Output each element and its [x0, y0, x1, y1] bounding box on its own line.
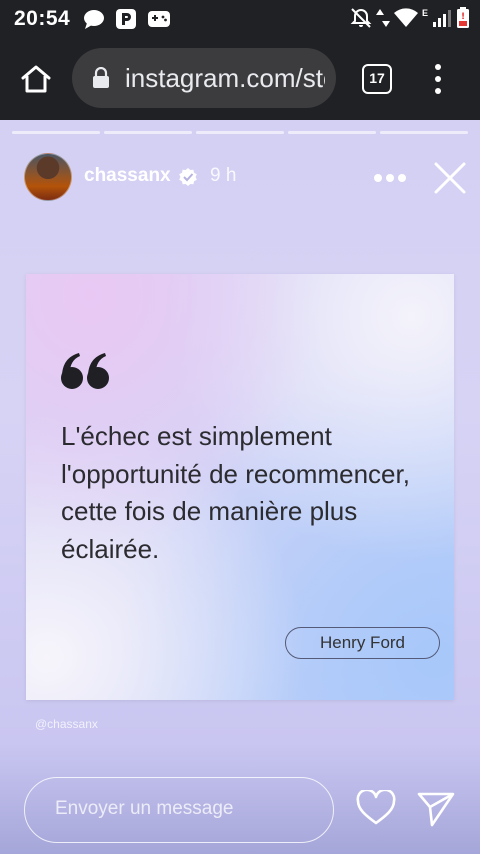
data-arrows-icon — [375, 9, 390, 27]
message-placeholder: Envoyer un message — [55, 798, 234, 819]
status-bar: 20:54 E ! — [0, 0, 480, 38]
close-icon[interactable] — [432, 160, 468, 196]
tab-switcher-button[interactable]: 17 — [362, 64, 392, 94]
progress-segment — [288, 131, 376, 134]
signal-icon — [433, 10, 451, 27]
more-options-icon[interactable] — [372, 168, 408, 188]
chat-bubble-icon — [84, 10, 104, 29]
progress-segment — [12, 131, 100, 134]
svg-text:!: ! — [461, 12, 465, 22]
send-icon[interactable] — [416, 790, 456, 828]
quote-text: L'échec est simplement l'opportunité de … — [61, 421, 410, 564]
wifi-icon — [393, 8, 418, 27]
progress-segment — [380, 131, 468, 134]
story-viewer: chassanx 9 h L'échec est simplement l'op… — [0, 120, 480, 854]
message-input[interactable]: Envoyer un message — [24, 777, 334, 843]
parking-app-icon — [116, 9, 136, 29]
heart-icon[interactable] — [356, 790, 396, 826]
battery-low-icon: ! — [457, 7, 469, 28]
url-text: instagram.com/stories/chassanx — [125, 63, 325, 93]
gamepad-icon — [148, 11, 170, 27]
home-icon[interactable] — [20, 64, 52, 94]
story-time-ago: 9 h — [210, 165, 237, 186]
address-bar[interactable]: instagram.com/stories/chassanx — [72, 48, 336, 108]
story-progress-bar — [12, 131, 468, 134]
lock-icon — [93, 67, 109, 88]
network-type-label: E — [421, 8, 428, 18]
avatar[interactable] — [24, 153, 72, 201]
muted-bell-icon — [350, 8, 372, 28]
verified-badge-icon — [179, 168, 197, 186]
browser-toolbar: instagram.com/stories/chassanx 17 — [0, 38, 480, 120]
status-time: 20:54 — [14, 7, 71, 30]
story-watermark: @chassanx — [35, 717, 98, 731]
quotation-mark-icon — [61, 353, 109, 389]
overflow-menu-icon[interactable] — [426, 62, 450, 96]
quote-card: L'échec est simplement l'opportunité de … — [26, 274, 454, 700]
quote-author: Henry Ford — [285, 627, 440, 659]
status-icons-right: E ! — [350, 6, 470, 30]
progress-segment — [196, 131, 284, 134]
progress-segment — [104, 131, 192, 134]
story-username[interactable]: chassanx — [84, 165, 171, 187]
